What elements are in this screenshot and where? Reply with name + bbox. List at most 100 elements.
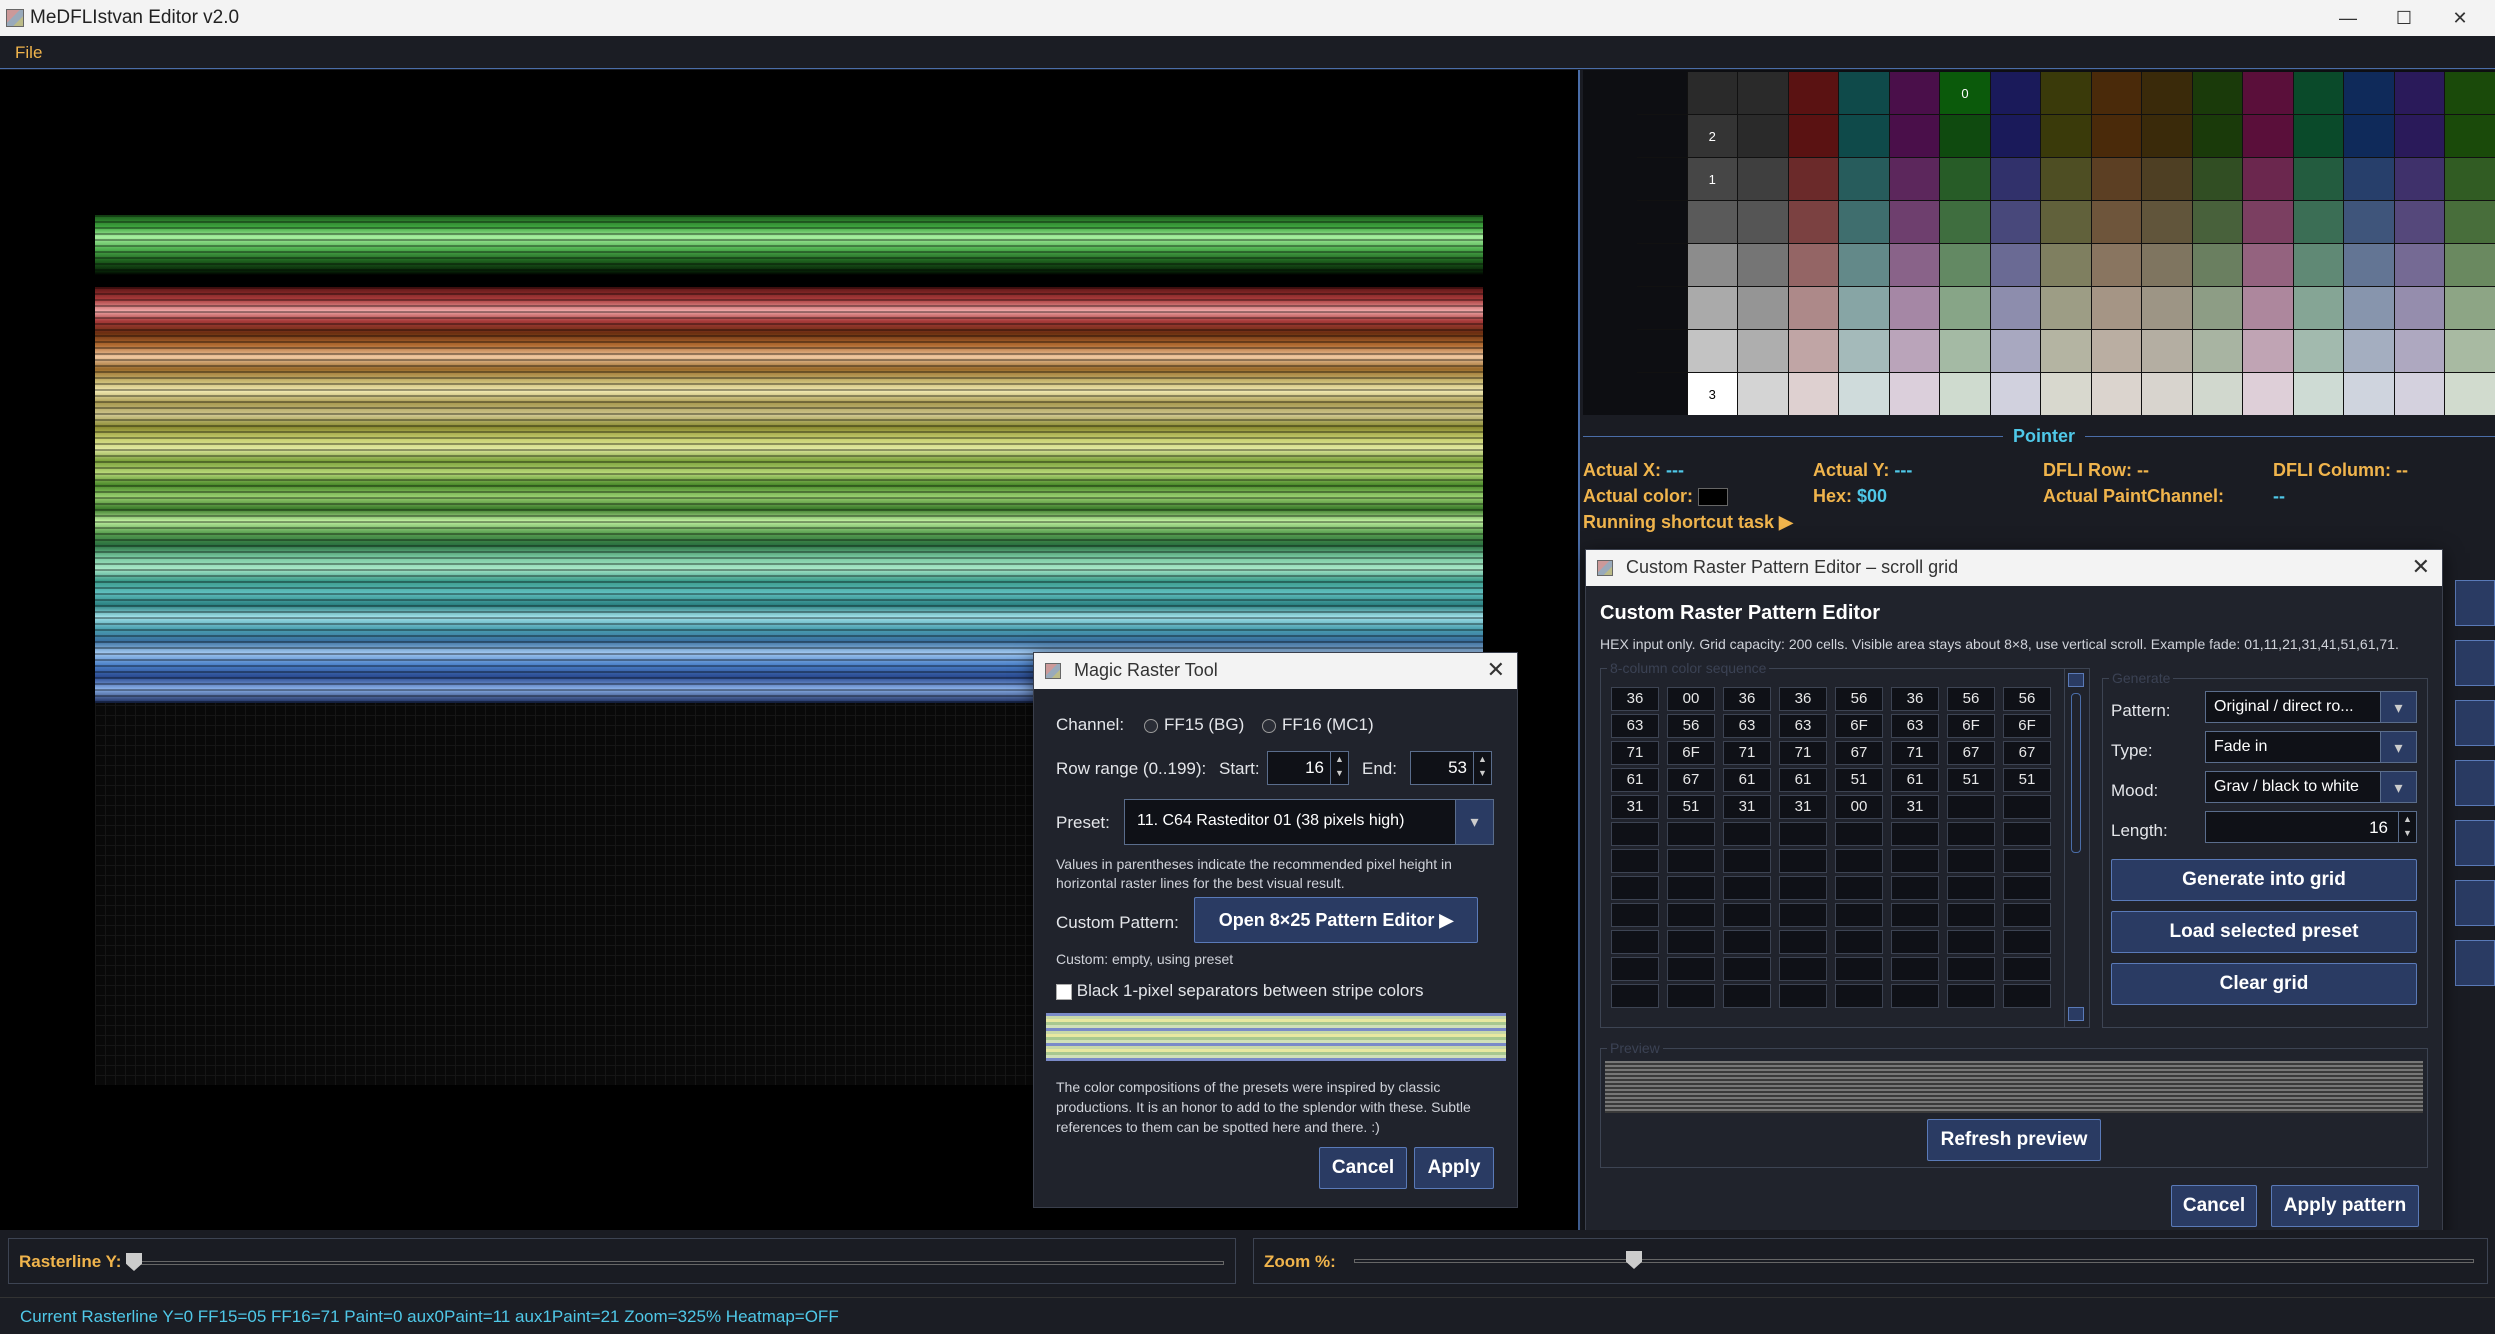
sequence-cell[interactable] <box>1947 795 1995 819</box>
palette-cell[interactable] <box>2041 72 2091 114</box>
palette-cell[interactable] <box>2394 115 2445 157</box>
zoom-slider-thumb[interactable] <box>1626 1251 1642 1269</box>
sequence-cell[interactable] <box>1947 984 1995 1008</box>
palette-cell[interactable] <box>2142 373 2192 415</box>
sequence-cell[interactable] <box>1779 849 1827 873</box>
sequence-cell[interactable] <box>1779 822 1827 846</box>
palette-cell[interactable] <box>1990 201 2041 243</box>
palette-cell[interactable] <box>1738 158 1788 200</box>
sequence-cell[interactable]: 71 <box>1779 741 1827 765</box>
sequence-cell[interactable] <box>2003 930 2051 954</box>
spinner-icon[interactable]: ▲ ▼ <box>1330 752 1348 784</box>
palette-cell[interactable] <box>2293 244 2344 286</box>
palette-cell[interactable] <box>1687 330 1738 372</box>
palette-cell[interactable] <box>2041 201 2091 243</box>
radio-icon[interactable] <box>1144 718 1158 733</box>
palette-cell[interactable] <box>2243 115 2293 157</box>
palette-cell[interactable] <box>1940 158 1990 200</box>
palette-cell[interactable] <box>2394 158 2445 200</box>
palette-cell[interactable] <box>2293 72 2344 114</box>
sequence-cell[interactable]: 36 <box>1611 687 1659 711</box>
palette-cell[interactable] <box>1990 72 2041 114</box>
sequence-cell[interactable] <box>1723 849 1771 873</box>
palette-cell[interactable] <box>2091 158 2142 200</box>
palette-cell[interactable] <box>2142 201 2192 243</box>
palette-cell[interactable] <box>1990 373 2041 415</box>
palette-cell[interactable] <box>2091 115 2142 157</box>
sequence-cell[interactable] <box>1891 984 1939 1008</box>
palette-cell[interactable] <box>2041 373 2091 415</box>
sequence-cell[interactable]: 36 <box>1891 687 1939 711</box>
sequence-cell[interactable] <box>1611 984 1659 1008</box>
sequence-cell[interactable]: 71 <box>1891 741 1939 765</box>
palette-cell[interactable] <box>1839 373 1889 415</box>
vertical-scrollbar[interactable] <box>2064 669 2086 1027</box>
sequence-cell[interactable]: 6F <box>1835 714 1883 738</box>
palette-cell[interactable] <box>1990 330 2041 372</box>
sequence-cell[interactable] <box>1611 876 1659 900</box>
cancel-button[interactable]: Cancel <box>2171 1185 2257 1227</box>
sequence-cell[interactable] <box>1891 822 1939 846</box>
palette-cell[interactable] <box>2344 287 2394 329</box>
sequence-cell[interactable]: 67 <box>1947 741 1995 765</box>
palette-cell[interactable] <box>2142 72 2192 114</box>
palette-cell[interactable] <box>2394 244 2445 286</box>
palette-cell[interactable] <box>2091 287 2142 329</box>
palette-cell[interactable] <box>1839 115 1889 157</box>
sequence-cell[interactable] <box>1779 984 1827 1008</box>
sequence-cell[interactable]: 51 <box>1835 768 1883 792</box>
mood-select[interactable]: Grav / black to white ▾ <box>2205 771 2417 803</box>
side-button-4[interactable] <box>2455 760 2495 806</box>
palette-cell[interactable] <box>1839 72 1889 114</box>
palette-cell[interactable] <box>2344 201 2394 243</box>
palette-cell[interactable] <box>2293 158 2344 200</box>
palette-cell[interactable] <box>2243 72 2293 114</box>
palette-cell[interactable] <box>2192 72 2243 114</box>
sequence-cell[interactable] <box>1947 930 1995 954</box>
refresh-preview-button[interactable]: Refresh preview <box>1927 1119 2101 1161</box>
palette-cell[interactable] <box>1637 287 1687 329</box>
palette-cell[interactable] <box>1889 373 1940 415</box>
palette-cell[interactable] <box>1788 373 1839 415</box>
palette-cell[interactable] <box>2394 201 2445 243</box>
palette-cell[interactable] <box>1839 330 1889 372</box>
sequence-cell[interactable]: 56 <box>1947 687 1995 711</box>
close-icon[interactable]: ✕ <box>2412 554 2430 580</box>
sequence-cell[interactable] <box>1611 930 1659 954</box>
sequence-cell[interactable]: 63 <box>1891 714 1939 738</box>
sequence-cell[interactable] <box>1667 930 1715 954</box>
close-button[interactable]: ✕ <box>2432 4 2488 32</box>
palette-cell[interactable] <box>1940 244 1990 286</box>
palette-cell[interactable] <box>1738 287 1788 329</box>
palette-cell[interactable] <box>1788 115 1839 157</box>
rasterline-slider-thumb[interactable] <box>126 1253 142 1271</box>
sequence-cell[interactable] <box>1723 957 1771 981</box>
sequence-cell[interactable]: 56 <box>2003 687 2051 711</box>
side-button-6[interactable] <box>2455 880 2495 926</box>
palette-cell[interactable] <box>1889 115 1940 157</box>
sequence-cell[interactable] <box>1835 957 1883 981</box>
sequence-cell[interactable] <box>1667 984 1715 1008</box>
cancel-button[interactable]: Cancel <box>1319 1147 1407 1189</box>
sequence-cell[interactable] <box>1611 903 1659 927</box>
palette-cell[interactable] <box>1940 330 1990 372</box>
palette-cell[interactable] <box>1788 201 1839 243</box>
palette-cell[interactable] <box>2192 373 2243 415</box>
palette-cell[interactable] <box>2091 373 2142 415</box>
palette-cell[interactable] <box>2041 158 2091 200</box>
scroll-down-icon[interactable] <box>2068 1007 2084 1021</box>
palette-cell[interactable] <box>1637 201 1687 243</box>
sequence-cell[interactable] <box>1947 903 1995 927</box>
palette-cell[interactable] <box>1687 287 1738 329</box>
sequence-cell[interactable] <box>1947 849 1995 873</box>
palette-cell[interactable] <box>2445 373 2495 415</box>
palette-cell[interactable] <box>1788 330 1839 372</box>
palette-cell[interactable] <box>2394 373 2445 415</box>
palette-cell[interactable] <box>2192 201 2243 243</box>
sequence-cell[interactable] <box>1835 822 1883 846</box>
palette-cell[interactable]: 2 <box>1687 115 1738 157</box>
color-palette-grid[interactable]: 0 21 3 <box>1583 70 2495 415</box>
palette-cell[interactable] <box>1839 201 1889 243</box>
palette-cells[interactable]: 0 21 3 <box>1637 72 2495 415</box>
sequence-cell[interactable] <box>1835 903 1883 927</box>
